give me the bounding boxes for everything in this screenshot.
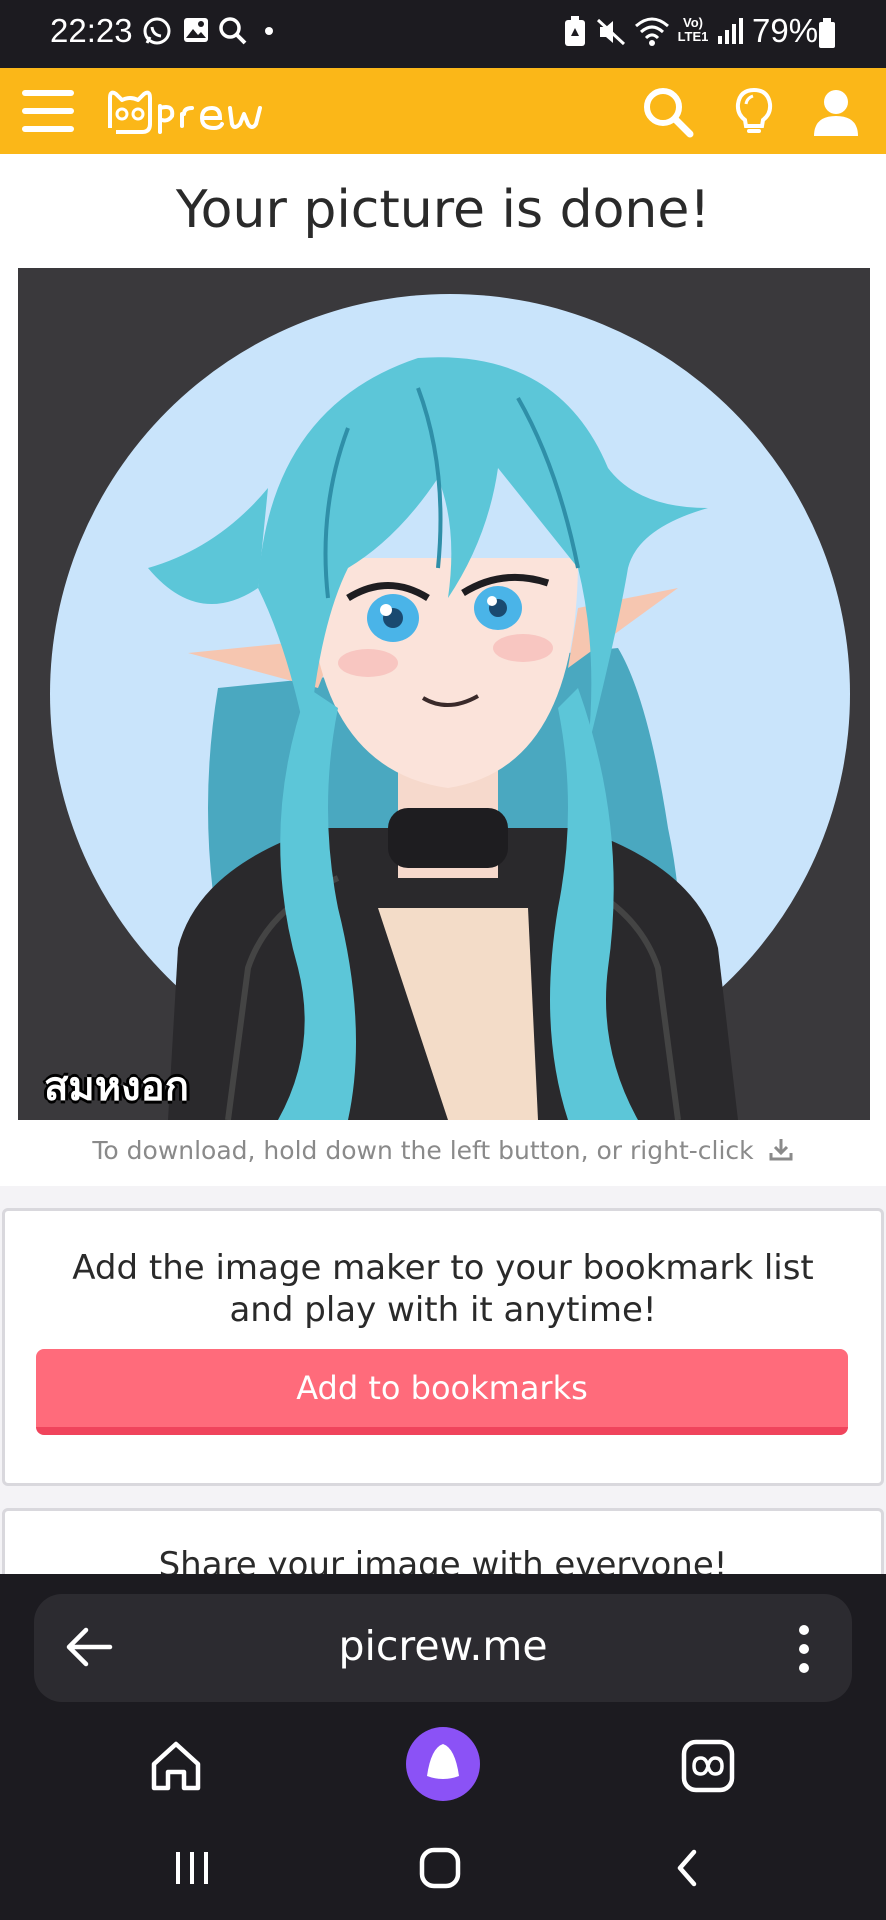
result-section: Your picture is done! สมหงอก To download… xyxy=(0,154,886,1186)
battery-icon xyxy=(819,18,835,48)
back-chevron-icon[interactable] xyxy=(672,1846,702,1890)
dot-icon xyxy=(265,27,273,35)
bookmark-card: Add the image maker to your bookmark lis… xyxy=(2,1208,884,1486)
whatsapp-icon xyxy=(143,17,171,45)
wifi-icon xyxy=(635,17,669,46)
add-to-bookmarks-button[interactable]: Add to bookmarks xyxy=(36,1349,848,1435)
download-caption-text: To download, hold down the left button, … xyxy=(92,1136,754,1165)
tabs-icon[interactable] xyxy=(678,1736,738,1796)
page-title: Your picture is done! xyxy=(175,180,711,240)
home-icon[interactable] xyxy=(146,1736,206,1796)
menu-icon[interactable] xyxy=(22,86,74,136)
page-content[interactable]: Your picture is done! สมหงอก To download… xyxy=(0,154,886,1574)
image-signature: สมหงอก xyxy=(44,1064,189,1110)
download-caption: To download, hold down the left button, … xyxy=(0,1136,886,1165)
signal-icon xyxy=(718,18,743,44)
volte-icon: Vo) LTE1 xyxy=(677,15,709,44)
app-header xyxy=(0,68,886,154)
user-icon[interactable] xyxy=(808,84,864,140)
share-message: Share your image with everyone! xyxy=(158,1545,728,1574)
picrew-logo[interactable] xyxy=(104,84,276,138)
url-text[interactable]: picrew.me xyxy=(34,1622,852,1670)
assistant-icon[interactable] xyxy=(405,1726,481,1802)
search-icon[interactable] xyxy=(640,84,696,140)
browser-bottom-bar: picrew.me xyxy=(0,1574,886,1920)
bookmark-message: Add the image maker to your bookmark lis… xyxy=(72,1248,814,1330)
download-icon xyxy=(769,1139,793,1161)
address-bar[interactable]: picrew.me xyxy=(34,1594,852,1702)
avatar-illustration xyxy=(18,268,870,1120)
mute-icon xyxy=(596,18,626,46)
status-bar: 22:23 Vo) LTE1 79% xyxy=(0,0,886,68)
generated-avatar-image[interactable]: สมหงอก xyxy=(18,268,870,1120)
app-root: 22:23 Vo) LTE1 79% Your picture is done!… xyxy=(0,0,886,1920)
battery-percent: 79% xyxy=(752,12,819,49)
home-circle-icon[interactable] xyxy=(418,1846,462,1890)
more-vert-icon[interactable] xyxy=(796,1624,812,1674)
search-icon xyxy=(219,17,247,45)
recents-icon[interactable] xyxy=(172,1846,212,1890)
share-card: Share your image with everyone! xyxy=(2,1508,884,1574)
battery-saver-icon xyxy=(565,16,585,46)
gallery-icon xyxy=(184,18,208,42)
status-time: 22:23 xyxy=(50,12,133,49)
lightbulb-icon[interactable] xyxy=(726,84,782,140)
